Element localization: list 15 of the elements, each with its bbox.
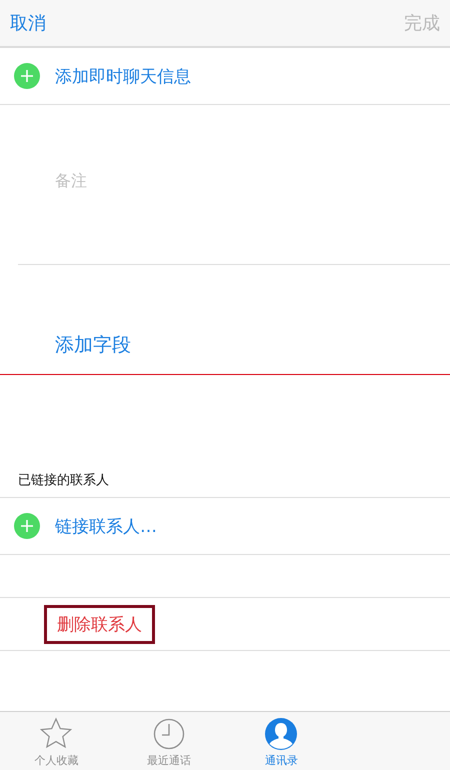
cancel-button[interactable]: 取消 xyxy=(10,5,46,41)
tab[interactable]: 个人收藏 xyxy=(0,712,112,770)
star-icon xyxy=(39,717,74,751)
link-label: 链接联系人… xyxy=(55,516,157,538)
link-contact-row[interactable]: 链接联系人… xyxy=(0,498,450,555)
delete-contact-button[interactable]: 删除联系人 xyxy=(44,604,155,644)
add-field-button[interactable]: 添加字段 xyxy=(55,330,131,360)
tab[interactable]: 最近通话 xyxy=(112,712,225,770)
add-label: 添加即时聊天信息 xyxy=(55,66,191,88)
clock-icon xyxy=(152,717,186,751)
add-icon xyxy=(14,513,40,539)
section-header: 已链接的联系人 xyxy=(0,375,450,498)
add-icon xyxy=(14,63,40,89)
person-icon xyxy=(264,717,298,751)
tab[interactable]: 通讯录 xyxy=(225,712,338,770)
